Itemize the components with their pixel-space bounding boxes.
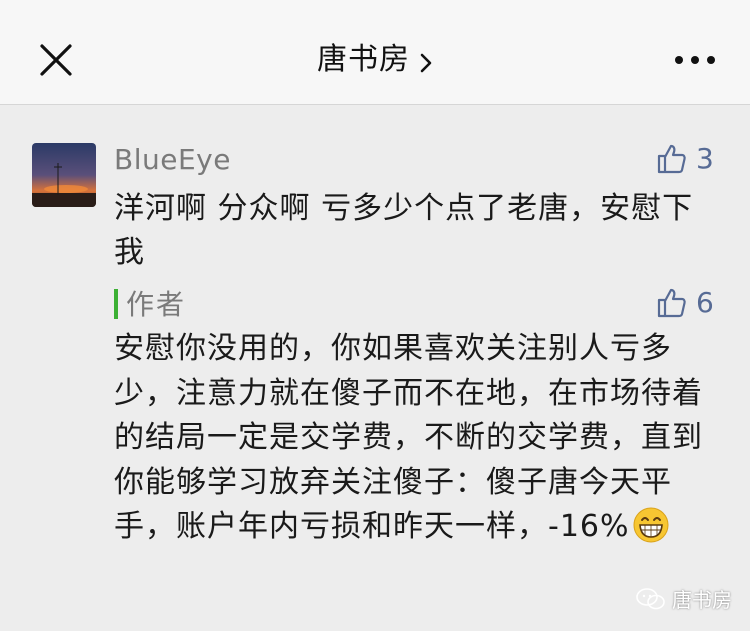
wechat-icon [636, 587, 665, 609]
reply-text-body: 安慰你没用的，你如果喜欢关注别人亏多少，注意力就在傻子而不在地，在市场待着的结局… [114, 331, 703, 544]
account-title-link[interactable]: 唐书房 [0, 34, 750, 78]
reply-like-count: 6 [696, 286, 714, 319]
watermark-text: 唐书房 [672, 588, 732, 612]
page-title: 唐书房 [316, 42, 410, 77]
chevron-right-icon [420, 53, 432, 72]
thumbs-up-icon [657, 288, 686, 318]
comment-text: 洋河啊 分众啊 亏多少个点了老唐，安慰下我 [114, 191, 694, 270]
more-icon [675, 56, 715, 64]
more-button[interactable] [670, 50, 720, 70]
thumbs-up-icon [657, 144, 686, 174]
author-label: 作者 [126, 288, 187, 321]
avatar[interactable] [32, 143, 96, 207]
grinning-face-icon [633, 507, 669, 542]
comment-section: BlueEye 3 洋河啊 分众啊 亏多少个点了老唐，安慰下我 作者 6 安慰你… [0, 105, 750, 631]
author-reply-marker [114, 289, 118, 319]
comment-like-count: 3 [696, 142, 714, 175]
avatar-sunset-image [32, 143, 96, 207]
reply-like-button[interactable]: 6 [656, 287, 714, 319]
author-reply-text: 安慰你没用的，你如果喜欢关注别人亏多少，注意力就在傻子而不在地，在市场待着的结局… [114, 327, 724, 550]
top-nav-bar: 唐书房 [0, 0, 750, 105]
comment-username: BlueEye [114, 143, 231, 176]
watermark: 唐书房 [636, 584, 732, 613]
comment-like-button[interactable]: 3 [656, 143, 714, 175]
